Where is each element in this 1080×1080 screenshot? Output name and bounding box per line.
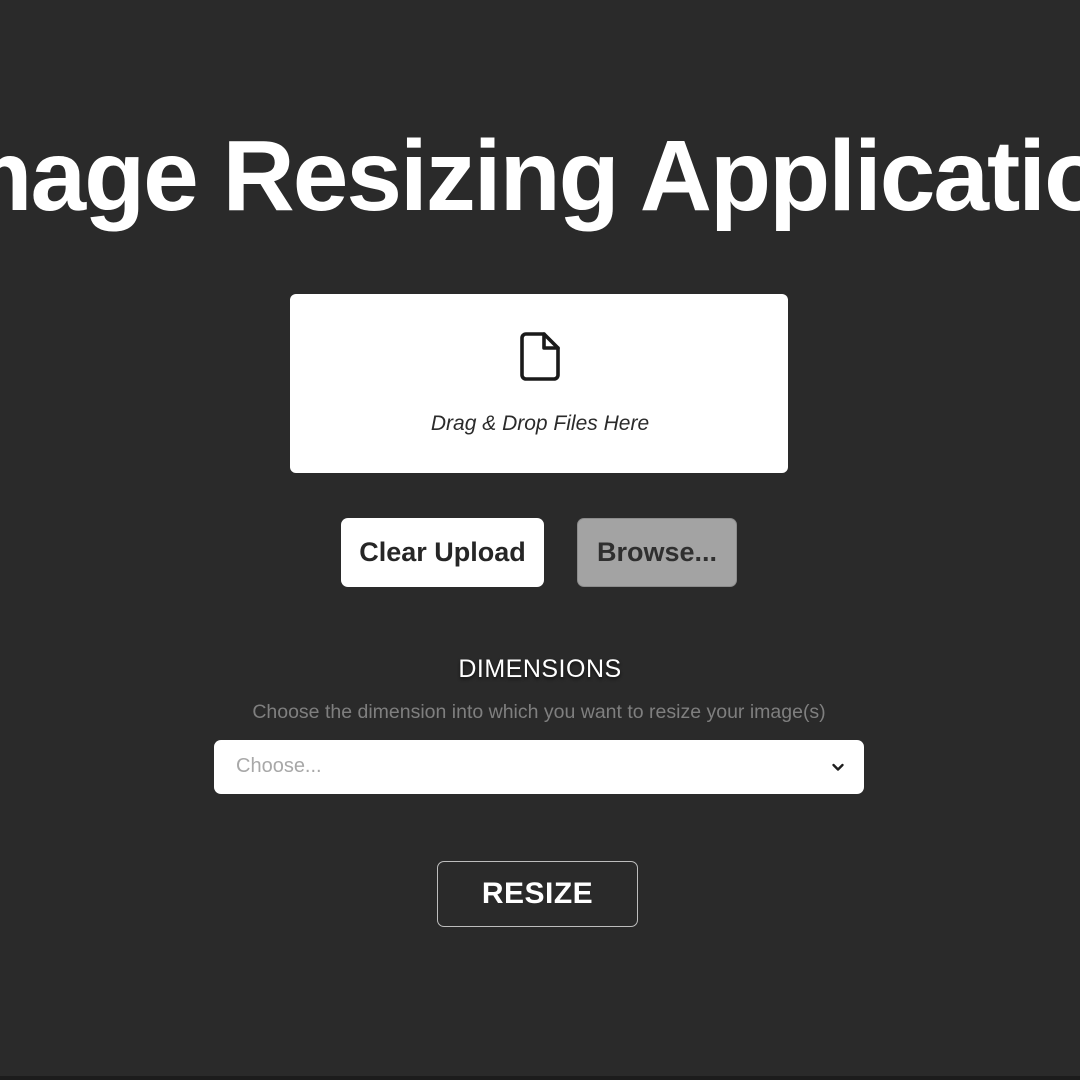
dropzone-label: Drag & Drop Files Here xyxy=(430,412,650,435)
dimensions-help-text: Choose the dimension into which you want… xyxy=(252,701,826,723)
page-title: Image Resizing Application xyxy=(0,120,1080,232)
chevron-down-icon xyxy=(832,763,844,771)
dimension-select[interactable]: Choose... xyxy=(214,740,864,794)
resize-button[interactable]: RESIZE xyxy=(437,861,638,927)
dimension-select-placeholder: Choose... xyxy=(236,755,322,777)
bottom-divider xyxy=(0,1076,1080,1080)
app-page: Image Resizing Application Drag & Drop F… xyxy=(0,0,1080,1076)
file-icon xyxy=(520,332,560,381)
browse-button[interactable]: Browse... xyxy=(577,518,737,587)
clear-upload-button[interactable]: Clear Upload xyxy=(341,518,544,587)
dimensions-label: DIMENSIONS xyxy=(458,655,622,683)
file-dropzone[interactable] xyxy=(290,294,788,473)
